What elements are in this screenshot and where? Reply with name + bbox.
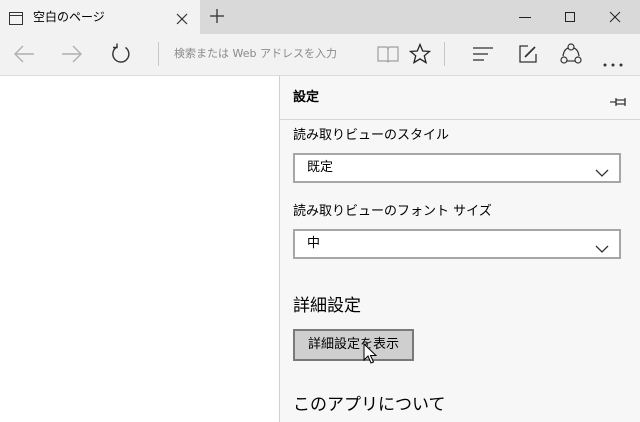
title-bar: 空白のページ [0, 0, 640, 34]
more-icon[interactable] [603, 52, 623, 71]
reading-view-style-label: 読み取りビューのスタイル [293, 128, 450, 143]
refresh-icon[interactable] [110, 43, 132, 69]
mouse-cursor-icon [363, 342, 378, 369]
pin-icon[interactable] [609, 92, 627, 111]
reading-view-font-size-label: 読み取りビューのフォント サイズ [293, 204, 492, 219]
new-tab-plus-icon[interactable] [209, 8, 225, 28]
tab-title: 空白のページ [33, 10, 105, 24]
reading-view-style-select[interactable]: 既定 [293, 153, 621, 183]
toolbar-separator [444, 42, 445, 66]
minimize-icon[interactable] [518, 9, 532, 28]
show-advanced-settings-button[interactable]: 詳細設定を表示 [293, 329, 414, 361]
chevron-down-icon [595, 239, 609, 258]
close-window-icon[interactable] [608, 9, 622, 28]
toolbar-separator [158, 42, 159, 66]
maximize-icon[interactable] [563, 9, 577, 28]
page-icon [9, 10, 23, 29]
about-app-heading: このアプリについて [293, 395, 446, 415]
star-icon[interactable] [408, 42, 432, 69]
tab-close-icon[interactable] [176, 10, 188, 29]
pen-icon[interactable] [518, 44, 538, 68]
chevron-down-icon [595, 163, 609, 182]
settings-header: 設定 [280, 76, 640, 120]
settings-panel: 設定 読み取りビューのスタイル 既定 読み取りビューのフォント サイズ 中 詳細… [279, 76, 640, 422]
settings-title: 設定 [293, 90, 320, 105]
reading-view-font-size-value: 中 [307, 236, 321, 251]
reading-view-font-size-select[interactable]: 中 [293, 229, 621, 259]
navigation-toolbar: 検索または Web アドレスを入力 [0, 34, 640, 76]
address-bar-input[interactable]: 検索または Web アドレスを入力 [174, 46, 337, 62]
share-icon[interactable] [560, 43, 582, 69]
back-arrow-icon[interactable] [13, 44, 35, 68]
reading-view-style-value: 既定 [307, 160, 334, 175]
book-icon[interactable] [377, 45, 399, 67]
forward-arrow-icon[interactable] [61, 44, 83, 68]
advanced-settings-heading: 詳細設定 [293, 296, 361, 316]
blank-page-content [0, 76, 279, 422]
hub-icon[interactable] [472, 46, 494, 66]
tab-blank-page[interactable]: 空白のページ [0, 0, 200, 34]
